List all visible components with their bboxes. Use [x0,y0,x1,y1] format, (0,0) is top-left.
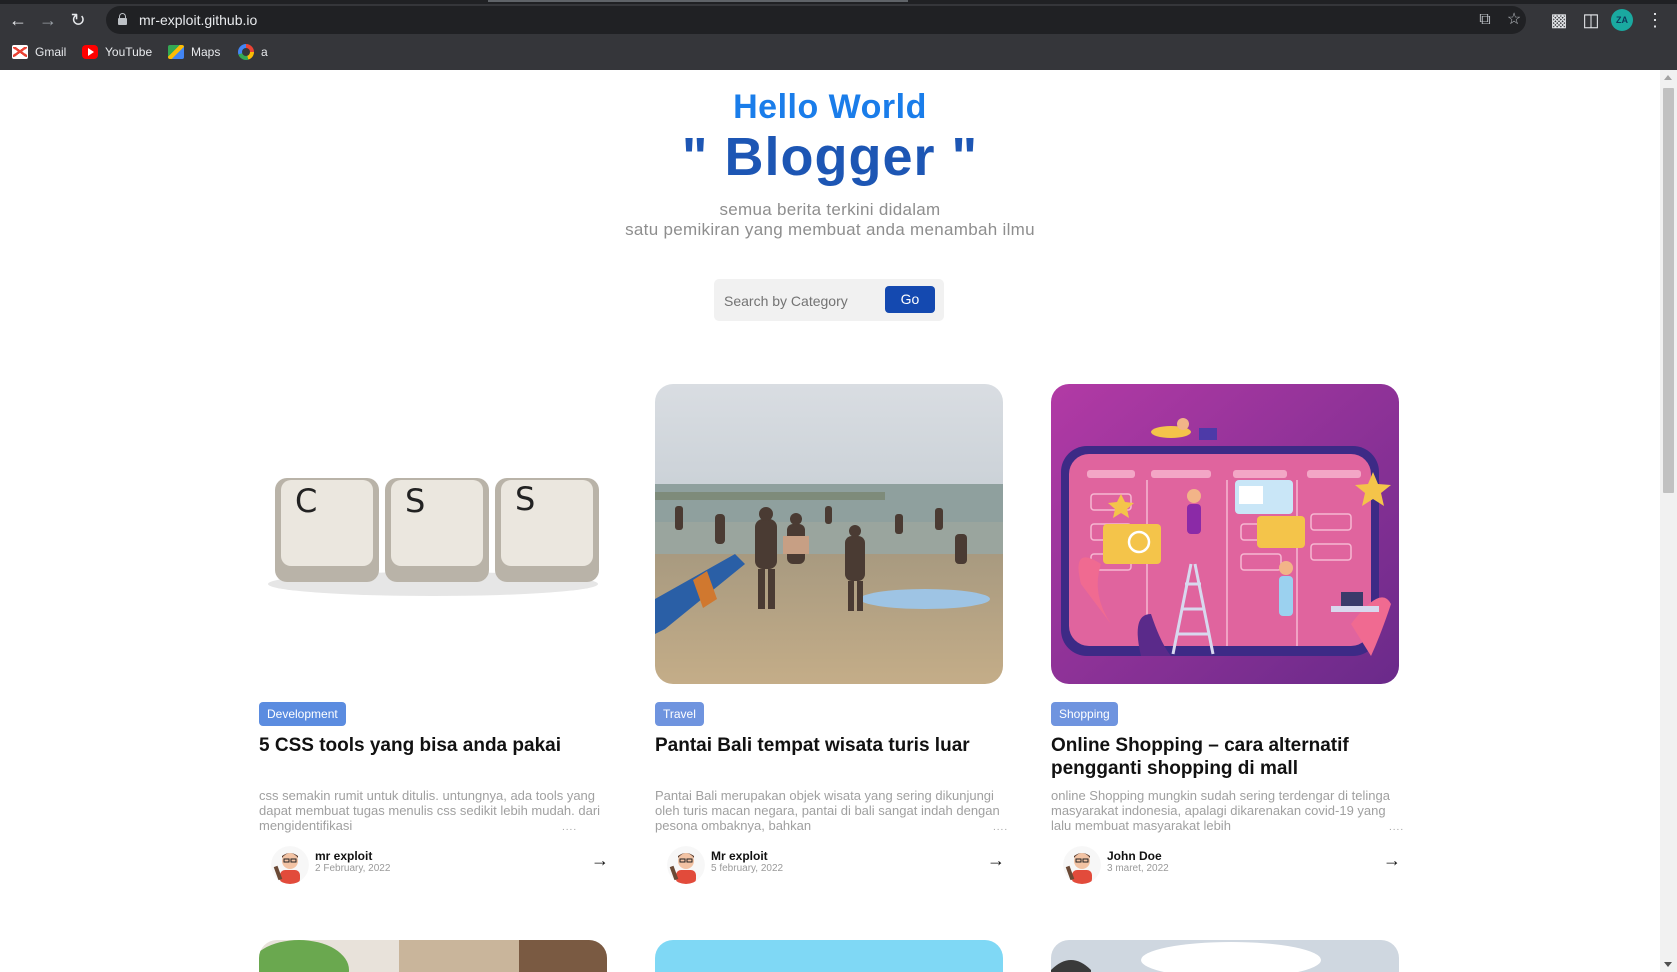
category-tag[interactable]: Travel [655,702,704,726]
address-bar[interactable]: mr-exploit.github.io ⧉ ☆ [106,6,1526,34]
post-excerpt: online Shopping mungkin sudah sering ter… [1051,788,1390,833]
scroll-thumb[interactable] [1663,88,1674,493]
post-image-partial[interactable] [655,940,1003,972]
author-avatar [271,846,309,884]
post-date: 3 maret, 2022 [1107,863,1169,874]
author-name[interactable]: Mr exploit [711,849,768,863]
search-form: Go [714,279,944,321]
post-image-partial[interactable] [259,940,607,972]
author-row: mr exploit 2 February, 2022 → [259,844,609,890]
author-name[interactable]: mr exploit [315,849,372,863]
post-date: 5 february, 2022 [711,863,784,874]
author-row: John Doe 3 maret, 2022 → [1051,844,1401,890]
hero-description-line: semua berita terkini didalam [719,200,941,219]
bookmark-star-icon[interactable]: ☆ [1502,8,1526,32]
category-tag[interactable]: Shopping [1051,702,1118,726]
share-icon[interactable]: ⧉ [1473,8,1497,32]
url-text[interactable]: mr-exploit.github.io [139,12,257,28]
lock-icon[interactable] [118,13,127,25]
active-tab-indicator[interactable] [488,0,908,2]
read-more-arrow-icon[interactable]: → [1383,850,1401,871]
forward-arrow-icon[interactable]: → [36,8,60,32]
scroll-down-arrow-icon[interactable] [1664,962,1672,967]
read-more-arrow-icon[interactable]: → [591,850,609,871]
web-page: Hello World " Blogger " semua berita ter… [0,70,1660,972]
profile-avatar[interactable]: ZA [1611,9,1633,31]
post-image-partial[interactable] [1051,940,1399,972]
hero-description: semua berita terkini didalam satu pemiki… [0,200,1660,240]
post-title[interactable]: Pantai Bali tempat wisata turis luar [655,734,1003,757]
post-excerpt: css semakin rumit untuk ditulis. untungn… [259,788,601,833]
author-row: Mr exploit 5 february, 2022 → [655,844,1005,890]
bookmark-label: a [261,45,268,59]
svg-text:C: C [295,482,317,520]
excerpt-ellipsis: .... [993,822,1009,833]
bookmark-google[interactable]: a [238,43,268,61]
bookmarks-bar: Gmail YouTube Maps a [0,40,1677,64]
post-card[interactable]: C S S Development 5 CSS tools yang bisa … [259,384,609,884]
navigation-bar: ← → ↻ mr-exploit.github.io ⧉ ☆ ▩ ◫ ZA ⋮ [0,6,1677,34]
back-arrow-icon[interactable]: ← [6,8,30,32]
excerpt-ellipsis: .... [1389,822,1405,833]
author-name[interactable]: John Doe [1107,849,1162,863]
post-card[interactable]: Travel Pantai Bali tempat wisata turis l… [655,384,1007,884]
bookmark-label: Maps [191,45,221,59]
bookmark-youtube[interactable]: YouTube [82,43,152,61]
scrollbar[interactable] [1660,70,1677,972]
read-more-arrow-icon[interactable]: → [987,850,1005,871]
hero-description-line: satu pemikiran yang membuat anda menamba… [625,220,1035,239]
bookmark-label: Gmail [35,45,67,59]
svg-text:S: S [405,482,425,520]
reload-icon[interactable]: ↻ [66,8,90,32]
bookmark-gmail[interactable]: Gmail [12,43,66,61]
post-image-css-keycaps[interactable]: C S S [259,384,607,684]
post-image-bali-beach[interactable] [655,384,1003,684]
category-tag[interactable]: Development [259,702,346,726]
hero-title: " Blogger " [681,127,979,187]
extensions-puzzle-icon[interactable]: ▩ [1547,8,1571,32]
excerpt-ellipsis: .... [562,822,578,833]
post-excerpt: Pantai Bali merupakan objek wisata yang … [655,788,1000,833]
gmail-icon [12,44,28,59]
bookmark-label: YouTube [105,45,153,59]
menu-kebab-icon[interactable]: ⋮ [1643,8,1667,32]
side-panel-icon[interactable]: ◫ [1579,8,1603,32]
scroll-up-arrow-icon[interactable] [1664,75,1672,80]
tab-strip [0,0,1677,4]
post-title[interactable]: Online Shopping – cara alternatif pengga… [1051,734,1399,780]
post-image-online-shopping-illustration[interactable] [1051,384,1399,684]
search-input[interactable] [724,291,874,311]
browser-chrome: ← → ↻ mr-exploit.github.io ⧉ ☆ ▩ ◫ ZA ⋮ … [0,0,1677,70]
author-avatar [1063,846,1101,884]
author-avatar [667,846,705,884]
hero-subtitle: Hello World [733,88,927,126]
post-date: 2 February, 2022 [315,863,391,874]
go-button[interactable]: Go [885,286,935,313]
maps-icon [168,44,184,59]
youtube-icon [82,44,98,59]
svg-text:S: S [515,480,535,518]
post-card[interactable]: Shopping Online Shopping – cara alternat… [1051,384,1403,884]
bookmark-maps[interactable]: Maps [168,43,220,61]
google-icon [238,43,254,60]
post-title[interactable]: 5 CSS tools yang bisa anda pakai [259,734,607,757]
